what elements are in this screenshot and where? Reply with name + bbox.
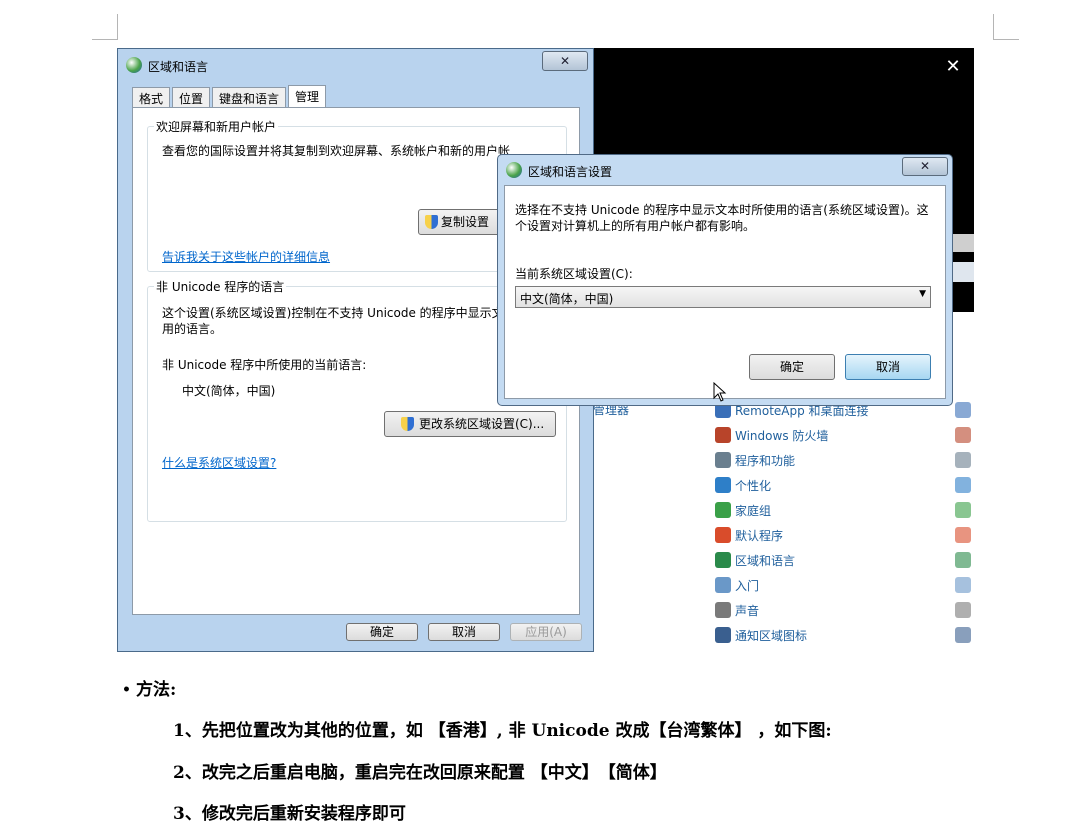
control-panel-item-label: 声音 <box>735 603 760 618</box>
control-panel-close-icon[interactable]: ✕ <box>939 56 967 78</box>
chevron-down-icon: ▼ <box>919 289 926 299</box>
current-language-label: 非 Unicode 程序中所使用的当前语言: <box>162 358 367 372</box>
control-panel-item-label: 默认程序 <box>735 528 784 543</box>
control-panel-item-label: 入门 <box>735 578 760 593</box>
change-system-locale-label: 更改系统区域设置(C)... <box>419 417 545 431</box>
tab-keyboards[interactable]: 键盘和语言 <box>212 87 287 107</box>
step-3: 3、修改完后重新安装程序即可 <box>173 804 406 824</box>
page-corner-mark-right <box>993 14 1019 40</box>
globe-icon <box>126 57 142 73</box>
getting-started-icon <box>715 577 731 593</box>
account-details-link[interactable]: 告诉我关于这些帐户的详细信息 <box>162 249 330 265</box>
control-panel-side-icon[interactable] <box>955 477 971 493</box>
window-title: 区域和语言 <box>148 60 209 74</box>
control-panel-item-label: 个性化 <box>735 478 772 493</box>
control-panel-item[interactable]: Windows 防火墙 <box>715 424 828 446</box>
homegroup-icon <box>715 502 731 518</box>
cancel-button[interactable]: 取消 <box>428 623 500 641</box>
apply-button[interactable]: 应用(A) <box>510 623 582 641</box>
step-1: 1、先把位置改为其他的位置，如 【香港】, 非 Unicode 改成【台湾繁体】… <box>173 721 832 741</box>
screenshot-image: ✕ 管理器 RemoteApp 和桌面连接 Windows 防火墙 程序和功能 个性化… <box>117 48 974 652</box>
dialog-cancel-button[interactable]: 取消 <box>845 354 931 380</box>
uac-shield-icon <box>425 215 438 229</box>
current-locale-label: 当前系统区域设置(C): <box>515 267 633 281</box>
control-panel-side-icon[interactable] <box>955 627 971 643</box>
control-panel-item[interactable]: 入门 <box>715 574 759 596</box>
dialog-title: 区域和语言设置 <box>528 165 613 179</box>
dialog-body: 选择在不支持 Unicode 的程序中显示文本时所使用的语言(系统区域设置)。这… <box>504 185 946 399</box>
control-panel-item[interactable]: 家庭组 <box>715 499 771 521</box>
change-system-locale-button[interactable]: 更改系统区域设置(C)... <box>384 411 556 437</box>
dialog-close-button[interactable]: ✕ <box>902 157 948 176</box>
non-unicode-description-line1: 这个设置(系统区域设置)控制在不支持 Unicode 的程序中显示文 <box>162 306 504 320</box>
firewall-icon <box>715 427 731 443</box>
tab-format[interactable]: 格式 <box>132 87 171 107</box>
control-panel-side-icon[interactable] <box>955 402 971 418</box>
mouse-cursor-icon <box>713 382 727 402</box>
dialog-ok-button[interactable]: 确定 <box>749 354 835 380</box>
control-panel-side-icon[interactable] <box>955 602 971 618</box>
window-close-button[interactable]: ✕ <box>542 51 588 71</box>
control-panel-item-label: Windows 防火墙 <box>735 428 829 443</box>
control-panel-item[interactable]: 区域和语言 <box>715 549 795 571</box>
default-programs-icon <box>715 527 731 543</box>
bullet-marker: • <box>122 682 131 698</box>
method-heading: 方法: <box>136 680 177 700</box>
dialog-description-line1: 选择在不支持 Unicode 的程序中显示文本时所使用的语言(系统区域设置)。这 <box>515 203 929 217</box>
control-panel-side-icon[interactable] <box>955 552 971 568</box>
system-locale-help-link[interactable]: 什么是系统区域设置? <box>162 455 276 471</box>
tab-bar: 格式 位置 键盘和语言 管理 <box>132 85 328 107</box>
control-panel-item-label: 区域和语言 <box>735 553 796 568</box>
control-panel-side-icon[interactable] <box>955 527 971 543</box>
ok-button[interactable]: 确定 <box>346 623 418 641</box>
system-locale-select[interactable]: 中文(简体，中国) ▼ <box>515 286 931 308</box>
page-corner-mark-left <box>92 14 118 40</box>
tab-location[interactable]: 位置 <box>172 87 211 107</box>
control-panel-item-label: 家庭组 <box>735 503 772 518</box>
non-unicode-group-label: 非 Unicode 程序的语言 <box>154 278 287 295</box>
welcome-group-description: 查看您的国际设置并将其复制到欢迎屏幕、系统帐户和新的用户帐 <box>162 144 511 158</box>
control-panel-item-label: 通知区域图标 <box>735 628 808 643</box>
control-panel-side-icon[interactable] <box>955 452 971 468</box>
window-titlebar: 区域和语言 ✕ <box>118 49 593 79</box>
globe-icon <box>506 162 522 178</box>
sound-icon <box>715 602 731 618</box>
step-2: 2、改完之后重启电脑，重启完在改回原来配置 【中文】 【简体】 <box>173 763 667 783</box>
notification-icon <box>715 627 731 643</box>
programs-icon <box>715 452 731 468</box>
control-panel-item[interactable]: 声音 <box>715 599 759 621</box>
tab-administrative[interactable]: 管理 <box>288 85 327 107</box>
control-panel-side-icon[interactable] <box>955 577 971 593</box>
personalize-icon <box>715 477 731 493</box>
current-language-value: 中文(简体，中国) <box>182 384 276 398</box>
uac-shield-icon <box>401 417 414 431</box>
control-panel-side-icon[interactable] <box>955 502 971 518</box>
region-language-icon <box>715 552 731 568</box>
region-language-settings-dialog: 区域和语言设置 ✕ 选择在不支持 Unicode 的程序中显示文本时所使用的语言… <box>497 154 953 406</box>
welcome-group-label: 欢迎屏幕和新用户帐户 <box>154 118 279 135</box>
control-panel-item[interactable]: 程序和功能 <box>715 449 795 471</box>
control-panel-side-icon[interactable] <box>955 427 971 443</box>
copy-settings-label: 复制设置 <box>441 215 490 229</box>
control-panel-item[interactable]: 通知区域图标 <box>715 624 807 646</box>
control-panel-item[interactable]: 默认程序 <box>715 524 783 546</box>
control-panel-item[interactable]: 个性化 <box>715 474 771 496</box>
system-locale-selected: 中文(简体，中国) <box>520 292 614 306</box>
dialog-description-line2: 个设置对计算机上的所有用户帐户都有影响。 <box>515 219 756 233</box>
control-panel-item-label: 程序和功能 <box>735 453 796 468</box>
non-unicode-description-line2: 用的语言。 <box>162 322 223 336</box>
